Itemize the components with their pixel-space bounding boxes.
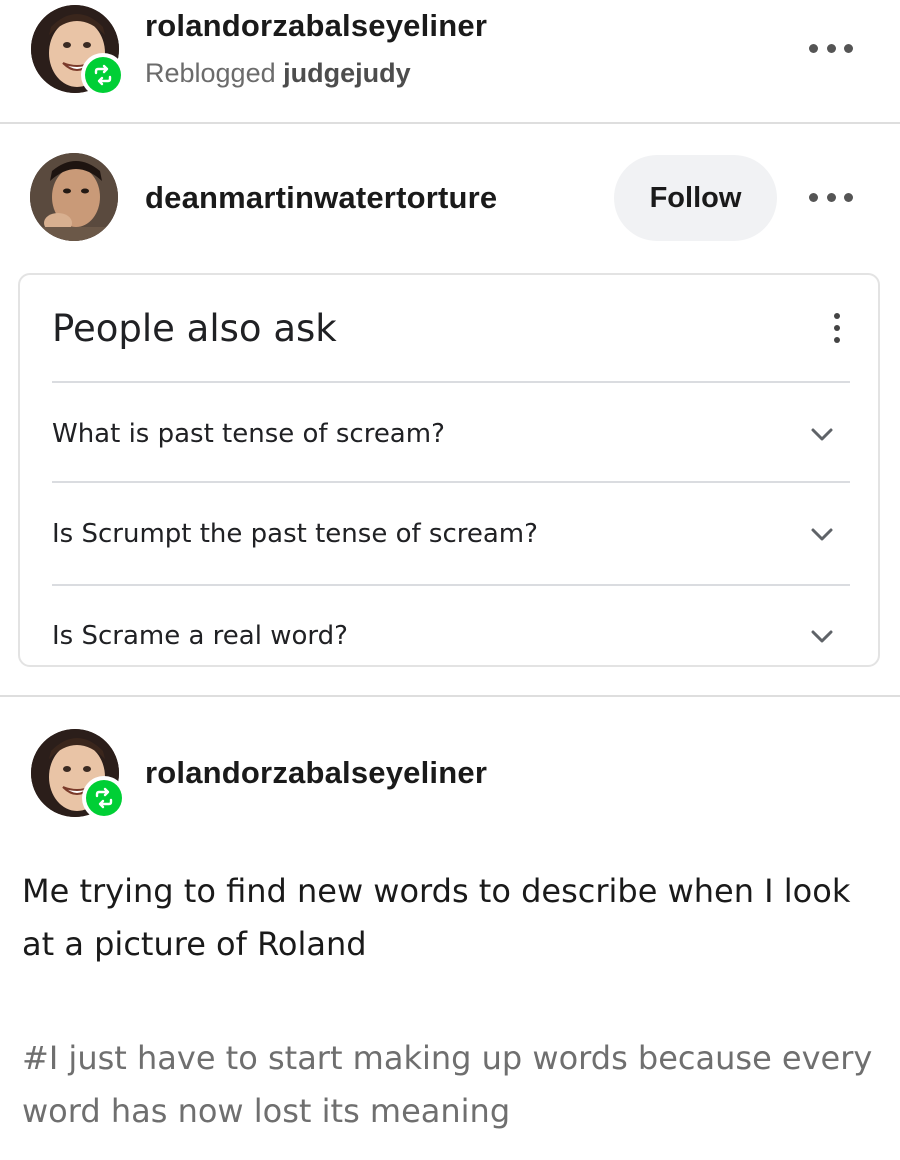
reblog-comment-text: Me trying to find new words to describe … (22, 872, 851, 963)
more-horizontal-icon[interactable] (809, 190, 853, 204)
question-2[interactable]: Is Scrumpt the past tense of scream? (52, 519, 538, 549)
header-divider (0, 122, 900, 124)
original-poster-username[interactable]: deanmartinwatertorture (145, 180, 497, 216)
reblogger-username[interactable]: rolandorzabalseyeliner (145, 8, 487, 44)
more-vertical-icon[interactable] (832, 313, 842, 343)
reblog-icon (85, 57, 121, 93)
post-tags[interactable]: #I just have to start making up words be… (22, 1032, 882, 1138)
reblog-badge (81, 53, 125, 97)
chevron-down-icon[interactable] (810, 527, 834, 543)
reblog-icon (86, 780, 122, 816)
original-poster-avatar[interactable] (30, 153, 118, 241)
question-divider (52, 481, 850, 483)
card-title: People also ask (52, 307, 337, 350)
question-1[interactable]: What is past tense of scream? (52, 419, 445, 449)
chevron-down-icon[interactable] (810, 629, 834, 645)
follow-button[interactable]: Follow (614, 155, 777, 241)
reblog-badge (82, 776, 126, 820)
reblog-comment-username[interactable]: rolandorzabalseyeliner (145, 755, 487, 791)
chevron-down-icon[interactable] (810, 427, 834, 443)
more-horizontal-icon[interactable] (809, 41, 853, 55)
reblogged-prefix: Reblogged (145, 58, 276, 88)
question-divider (52, 381, 850, 383)
question-divider (52, 584, 850, 586)
reblogged-from-link[interactable]: judgejudy (283, 58, 411, 88)
post-divider (0, 695, 900, 697)
people-also-ask-card: People also ask What is past tense of sc… (18, 273, 880, 667)
reblogged-from-line: Reblogged judgejudy (145, 58, 411, 89)
question-3[interactable]: Is Scrame a real word? (52, 621, 348, 651)
